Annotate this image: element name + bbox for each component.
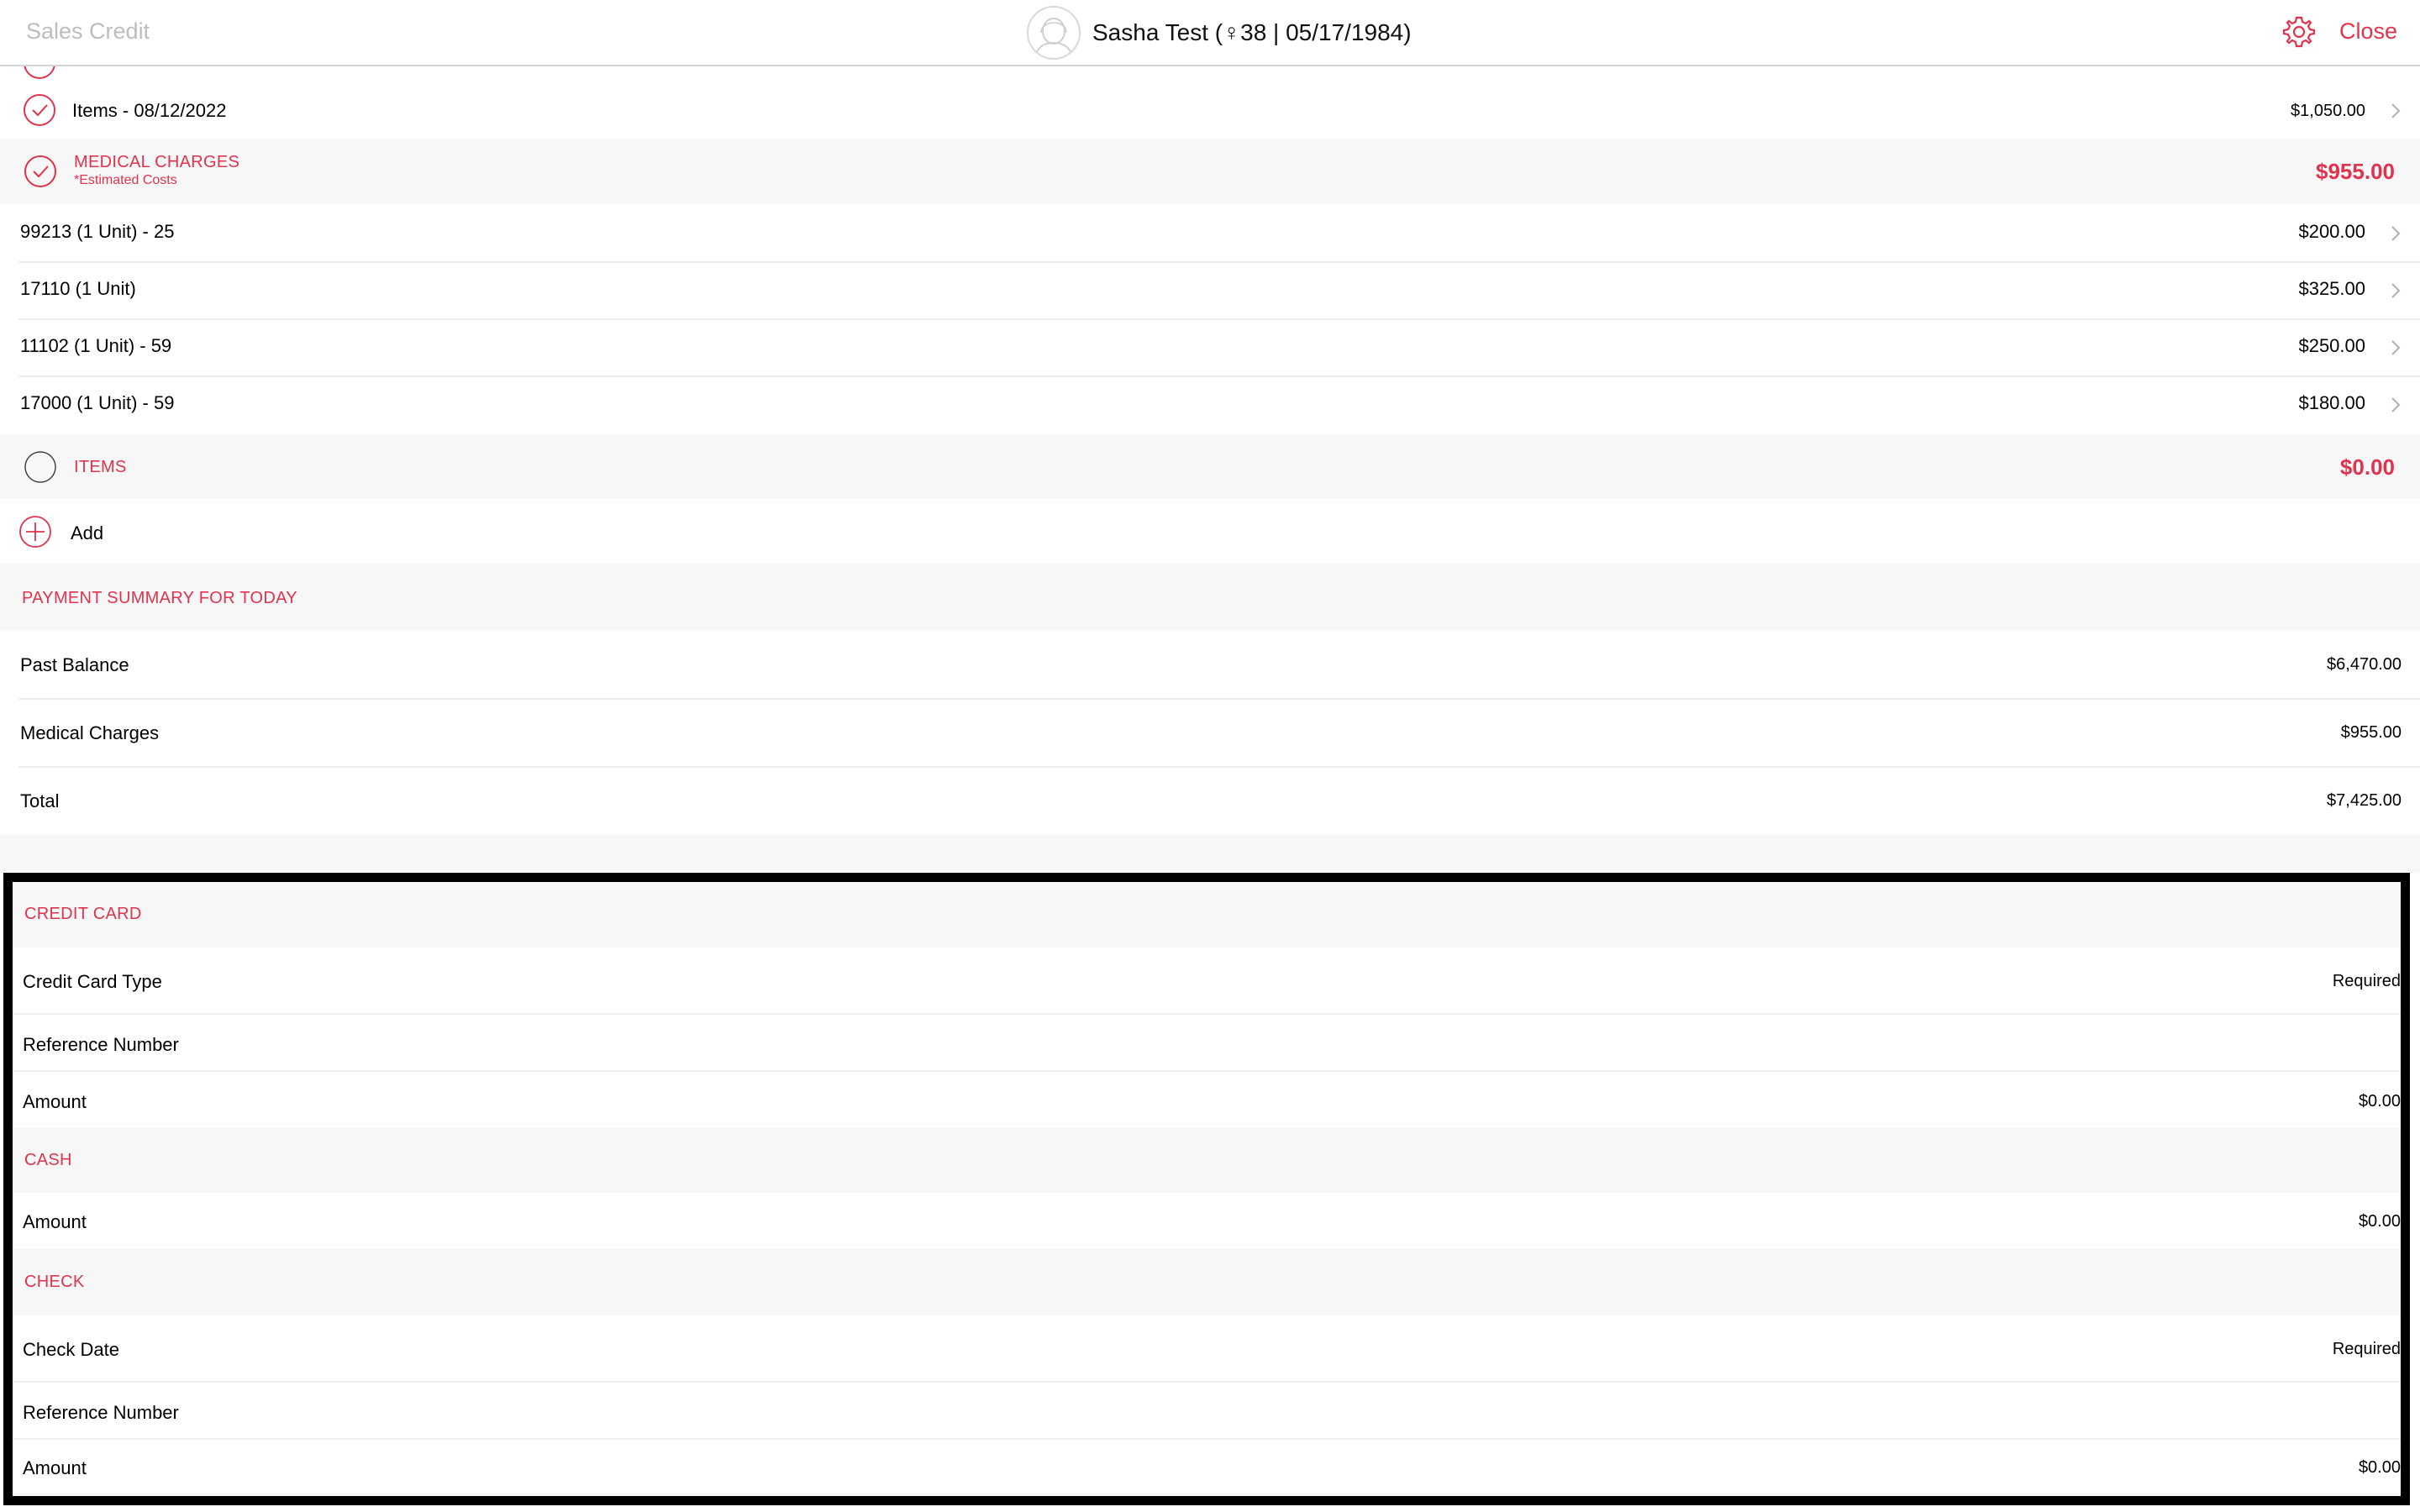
close-button[interactable]: Close bbox=[2339, 18, 2397, 45]
check-circle-icon[interactable] bbox=[23, 93, 56, 127]
chevron-right-icon bbox=[2391, 283, 2401, 298]
chevron-right-icon bbox=[2391, 103, 2401, 118]
summary-label: Total bbox=[20, 790, 60, 811]
cash-amount-value: $0.00 bbox=[2358, 1212, 2401, 1231]
partial-row bbox=[0, 47, 2420, 81]
spacer bbox=[13, 1494, 2401, 1496]
estimated-costs-note: *Estimated Costs bbox=[74, 173, 177, 187]
medical-charges-total: $955.00 bbox=[2316, 159, 2395, 184]
charge-line-row[interactable]: 17000 (1 Unit) - 59 $180.00 bbox=[0, 377, 2420, 434]
charge-line-label: 17000 (1 Unit) - 59 bbox=[20, 392, 175, 413]
check-date-label: Check Date bbox=[23, 1339, 119, 1360]
patient-name: Sasha Test (♀38 | 05/17/1984) bbox=[1092, 19, 1412, 45]
payment-summary-title: PAYMENT SUMMARY FOR TODAY bbox=[22, 589, 297, 607]
credit-card-type-label: Credit Card Type bbox=[23, 971, 162, 992]
summary-label: Past Balance bbox=[20, 654, 129, 675]
cash-amount-label: Amount bbox=[23, 1211, 87, 1232]
check-reference-field[interactable]: Reference Number bbox=[13, 1383, 2401, 1438]
charge-line-row[interactable]: 17110 (1 Unit) $325.00 bbox=[0, 263, 2420, 318]
chevron-right-icon bbox=[2391, 397, 2401, 412]
charge-line-value: $250.00 bbox=[2298, 335, 2365, 356]
empty-circle-icon[interactable] bbox=[24, 450, 57, 484]
cash-title: CASH bbox=[24, 1151, 72, 1169]
charge-line-label: 99213 (1 Unit) - 25 bbox=[20, 221, 175, 242]
top-bar: Sales Credit Sasha Test (♀38 | 05/17/198… bbox=[0, 0, 2420, 66]
check-amount-field[interactable]: Amount $0.00 bbox=[13, 1440, 2401, 1494]
add-item-label: Add bbox=[71, 522, 104, 543]
chevron-right-icon bbox=[2391, 226, 2401, 241]
items-history-value: $1,050.00 bbox=[2291, 102, 2365, 120]
charge-line-label: 11102 (1 Unit) - 59 bbox=[20, 335, 172, 356]
patient-avatar-icon bbox=[1027, 6, 1081, 60]
charge-line-value: $180.00 bbox=[2298, 392, 2365, 413]
summary-row: Past Balance $6,470.00 bbox=[0, 631, 2420, 698]
summary-row: Total $7,425.00 bbox=[0, 768, 2420, 834]
check-amount-value: $0.00 bbox=[2358, 1458, 2401, 1477]
credit-card-type-field[interactable]: Credit Card Type Required bbox=[13, 948, 2401, 1013]
summary-value: $955.00 bbox=[2340, 723, 2402, 742]
credit-card-amount-value: $0.00 bbox=[2358, 1092, 2401, 1110]
credit-card-amount-label: Amount bbox=[23, 1091, 87, 1112]
credit-card-amount-field[interactable]: Amount $0.00 bbox=[13, 1072, 2401, 1127]
medical-charges-title: MEDICAL CHARGES bbox=[74, 153, 240, 171]
charge-line-value: $200.00 bbox=[2298, 221, 2365, 242]
items-section-total: $0.00 bbox=[2339, 454, 2395, 480]
summary-row: Medical Charges $955.00 bbox=[0, 700, 2420, 766]
charge-line-value: $325.00 bbox=[2298, 278, 2365, 299]
cash-amount-field[interactable]: Amount $0.00 bbox=[13, 1193, 2401, 1248]
items-section-header[interactable]: ITEMS $0.00 bbox=[0, 434, 2420, 499]
summary-label: Medical Charges bbox=[20, 722, 160, 743]
check-circle-icon[interactable] bbox=[24, 155, 57, 188]
charge-line-label: 17110 (1 Unit) bbox=[20, 278, 136, 299]
credit-card-reference-label: Reference Number bbox=[23, 1034, 179, 1055]
spacer bbox=[0, 834, 2420, 873]
check-amount-label: Amount bbox=[23, 1457, 87, 1478]
add-circle-icon[interactable] bbox=[18, 515, 52, 549]
add-item-row[interactable]: Add bbox=[0, 499, 2420, 564]
charge-line-row[interactable]: 99213 (1 Unit) - 25 $200.00 bbox=[0, 204, 2420, 261]
payment-methods-panel: CREDIT CARD Credit Card Type Required Re… bbox=[3, 873, 2410, 1505]
credit-card-header: CREDIT CARD bbox=[13, 882, 2401, 948]
items-section-title: ITEMS bbox=[74, 458, 127, 476]
screen-title: Sales Credit bbox=[26, 18, 150, 44]
items-history-row[interactable]: Items - 08/12/2022 $1,050.00 bbox=[0, 81, 2420, 139]
summary-value: $7,425.00 bbox=[2327, 791, 2402, 810]
gear-icon[interactable] bbox=[2282, 15, 2316, 49]
summary-value: $6,470.00 bbox=[2327, 655, 2402, 674]
items-history-label: Items - 08/12/2022 bbox=[72, 100, 227, 121]
check-date-value: Required bbox=[2332, 1340, 2401, 1358]
check-date-field[interactable]: Check Date Required bbox=[13, 1315, 2401, 1381]
charge-line-row[interactable]: 11102 (1 Unit) - 59 $250.00 bbox=[0, 320, 2420, 375]
chevron-right-icon bbox=[2391, 340, 2401, 355]
cash-header: CASH bbox=[13, 1127, 2401, 1193]
credit-card-type-value: Required bbox=[2332, 972, 2401, 990]
patient-header[interactable]: Sasha Test (♀38 | 05/17/1984) bbox=[1027, 6, 1412, 60]
credit-card-reference-field[interactable]: Reference Number bbox=[13, 1015, 2401, 1070]
check-header: CHECK bbox=[13, 1248, 2401, 1315]
payment-summary-header: PAYMENT SUMMARY FOR TODAY bbox=[0, 564, 2420, 631]
medical-charges-header[interactable]: MEDICAL CHARGES *Estimated Costs $955.00 bbox=[0, 139, 2420, 204]
check-title: CHECK bbox=[24, 1273, 85, 1291]
check-reference-label: Reference Number bbox=[23, 1402, 179, 1423]
credit-card-title: CREDIT CARD bbox=[24, 905, 142, 923]
